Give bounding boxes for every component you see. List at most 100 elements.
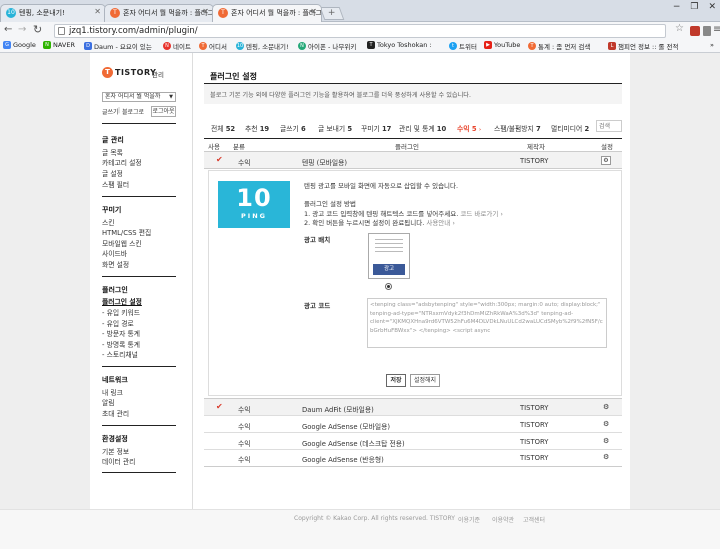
table-row-selected[interactable] [204, 152, 622, 168]
guide-link[interactable]: 사용안내 › [426, 219, 455, 227]
disable-settings-button[interactable]: 설정해지 [410, 374, 440, 387]
bookmark-naver[interactable]: N NAVER [43, 41, 75, 49]
bookmark-daum[interactable]: D Daum - 요요이 있는 [84, 41, 152, 51]
sidebar-item[interactable]: 알림 [102, 397, 115, 407]
bookmark-stats[interactable]: T 통계 : 좀 먼저 검색 [528, 41, 590, 51]
filter-tab[interactable]: 추천 19 [245, 123, 269, 133]
bookmark-namuwiki[interactable]: N 아이폰 - 나무위키 [298, 41, 356, 51]
sidebar-item[interactable]: - 유입 키워드 [102, 307, 140, 317]
ad-position-preview[interactable]: 광고 [368, 233, 410, 279]
footer-link[interactable]: 이용약관 [492, 515, 514, 524]
filter-label: 꾸미기 [361, 125, 380, 133]
maximize-icon[interactable]: ❐ [690, 2, 698, 12]
ad-position-radio[interactable] [385, 283, 392, 290]
page-info-icon[interactable] [58, 27, 65, 35]
extension-icon[interactable] [690, 26, 700, 36]
bookmark-youtube[interactable]: ▶ YouTube [484, 41, 520, 49]
close-tab-icon[interactable]: ✕ [202, 7, 209, 16]
blog-link[interactable]: 블로그로 [122, 107, 144, 116]
bookmarks-more-icon[interactable]: » [710, 41, 714, 49]
logout-button[interactable]: 로그아웃 [151, 106, 176, 117]
filter-tab-active[interactable]: 수익 5 › [457, 123, 481, 133]
plugin-search-input[interactable] [596, 120, 622, 132]
sidebar-item[interactable]: - 유입 경로 [102, 318, 134, 328]
table-row[interactable] [204, 399, 622, 415]
filter-tab[interactable]: 관리 및 통계 10 [399, 123, 446, 133]
sidebar-section-title: 글 관리 [102, 136, 124, 144]
twitter-icon: t [449, 42, 457, 50]
footer-link[interactable]: 고객센터 [523, 515, 545, 524]
reload-icon[interactable]: ↻ [33, 23, 42, 36]
filter-tab[interactable]: 전체 52 [211, 123, 235, 133]
sidebar-item[interactable]: 초대 관리 [102, 408, 129, 418]
bookmark-twitter[interactable]: t 트위터 [449, 41, 477, 51]
filter-tab[interactable]: 스팸/불펌방지 7 [494, 123, 541, 133]
close-tab-icon[interactable]: ✕ [94, 7, 101, 16]
bookmark-google[interactable]: G Google [3, 41, 36, 49]
filter-tab[interactable]: 글쓰기 6 [280, 123, 306, 133]
close-tab-icon[interactable]: ✕ [310, 7, 317, 16]
bookmark-champion[interactable]: L 챔피언 정보 :: 롤 전적 [608, 41, 679, 51]
save-button[interactable]: 저장 [386, 374, 406, 387]
sidebar-item[interactable]: 글 설정 [102, 168, 123, 178]
write-link[interactable]: 글쓰기 [102, 107, 119, 116]
window-close-icon[interactable]: ✕ [708, 2, 716, 12]
sidebar-item[interactable]: 스킨 [102, 217, 115, 227]
filter-tab[interactable]: 글 보내기 5 [318, 123, 352, 133]
table-row[interactable] [204, 416, 622, 432]
sidebar-section-title: 플러그인 [102, 286, 128, 294]
table-row[interactable] [204, 433, 622, 449]
code-link[interactable]: 코드 바로가기 › [460, 210, 503, 218]
row-plugin-name[interactable]: Google AdSense (반응형) [302, 454, 384, 464]
sidebar-item[interactable]: - 방명록 통계 [102, 339, 140, 349]
bookmark-tokyo-toshokan[interactable]: T Tokyo Toshokan : [367, 41, 432, 49]
sidebar-item[interactable]: 내 링크 [102, 387, 123, 397]
gear-icon[interactable]: ⚙ [603, 420, 609, 428]
browser-tab[interactable]: 10 텐핑, 소문내기! ✕ [0, 4, 106, 22]
address-bar[interactable]: jzq1.tistory.com/admin/plugin/ [54, 24, 666, 38]
menu-icon[interactable]: ≡ [713, 24, 720, 35]
minimize-icon[interactable]: − [673, 2, 681, 12]
row-plugin-name[interactable]: 텐핑 (모바일용) [302, 157, 347, 167]
sidebar-item[interactable]: 스팸 필터 [102, 179, 129, 189]
row-category: 수익 [238, 440, 251, 448]
ad-code-label: 광고 코드 [304, 302, 331, 310]
row-plugin-name[interactable]: Google AdSense (모바일용) [302, 421, 390, 431]
star-icon[interactable]: ☆ [675, 23, 684, 34]
sidebar-item[interactable]: 글 목록 [102, 147, 123, 157]
sidebar-item[interactable]: 사이드바 [102, 248, 127, 258]
sidebar-item[interactable]: - 방문자 통계 [102, 328, 140, 338]
sidebar-item[interactable]: 카테고리 설정 [102, 157, 142, 167]
browser-tab-active[interactable]: T 혼자 어디서 뭘 먹을까 : 플러그인 ✕ [212, 4, 322, 22]
new-tab-button[interactable]: + [319, 7, 345, 20]
sidebar-item[interactable]: - 스토리채널 [102, 349, 138, 359]
sidebar-item[interactable]: 모바일웹 스킨 [102, 238, 142, 248]
gear-icon[interactable]: ⚙ [603, 453, 609, 461]
extension-icon[interactable] [703, 26, 711, 36]
forward-icon[interactable]: → [18, 24, 26, 35]
bookmark-nate[interactable]: N 네이트 [163, 41, 191, 51]
filter-tab[interactable]: 꾸미기 17 [361, 123, 391, 133]
sidebar-item-active[interactable]: 플러그인 설정 [102, 296, 142, 306]
sidebar-item[interactable]: 화면 설정 [102, 259, 129, 269]
checkmark-icon[interactable]: ✔ [216, 155, 223, 164]
gear-icon[interactable]: ⚙ [603, 437, 609, 445]
gear-icon[interactable]: ⚙ [601, 156, 611, 165]
checkmark-icon[interactable]: ✔ [216, 402, 223, 411]
sidebar-item[interactable]: 기본 정보 [102, 446, 129, 456]
filter-count: 2 [584, 125, 590, 133]
row-plugin-name[interactable]: Google AdSense (데스크탑 전용) [302, 438, 405, 448]
bookmark-tistory[interactable]: T 어디서 [199, 41, 227, 51]
ad-code-textarea[interactable]: <tenping class="adsbytenping" style="wid… [367, 298, 607, 348]
sidebar-item[interactable]: HTML/CSS 편집 [102, 227, 151, 237]
row-plugin-name[interactable]: Daum AdFit (모바일용) [302, 404, 374, 414]
back-icon[interactable]: ← [4, 24, 12, 35]
filter-tab[interactable]: 멀티미디어 2 [551, 123, 589, 133]
table-row[interactable] [204, 450, 622, 466]
browser-tab[interactable]: T 혼자 어디서 뭘 먹을까 : 플러그인 ✕ [104, 4, 214, 22]
gear-icon[interactable]: ⚙ [603, 403, 609, 411]
footer-link[interactable]: 이용기준 [458, 515, 480, 524]
blog-select[interactable]: 혼자 어디서 뭘 먹을까 ▼ [102, 92, 176, 102]
sidebar-item[interactable]: 데이터 관리 [102, 456, 135, 466]
bookmark-tenping[interactable]: 10 텐핑, 소문내기! [236, 41, 289, 51]
